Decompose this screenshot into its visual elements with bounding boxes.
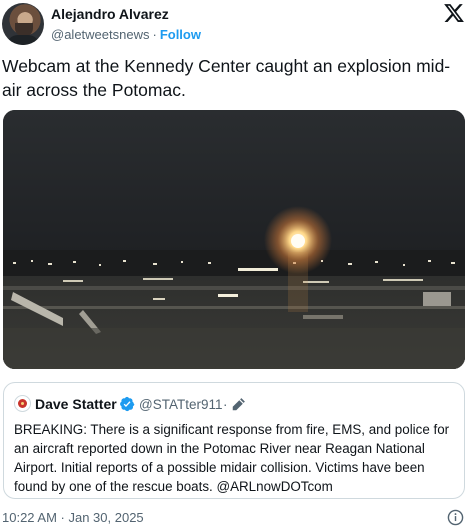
quoted-author-avatar[interactable] bbox=[14, 395, 31, 412]
info-icon[interactable] bbox=[447, 509, 464, 526]
quoted-author-handle[interactable]: @STATter911 bbox=[139, 397, 222, 412]
author-handle-row: @aletweetsnews · Follow bbox=[51, 27, 201, 42]
avatar-logo-center bbox=[21, 402, 24, 405]
author-name[interactable]: Alejandro Alvarez bbox=[51, 6, 169, 22]
tweet-media-video[interactable] bbox=[3, 110, 465, 369]
author-handle[interactable]: @aletweetsnews bbox=[51, 27, 149, 42]
avatar-shirt bbox=[6, 35, 40, 45]
pencil-edit-icon bbox=[232, 398, 245, 411]
verified-badge-icon bbox=[120, 396, 135, 412]
explosion-core bbox=[291, 234, 305, 248]
x-logo-icon[interactable] bbox=[443, 2, 465, 24]
explosion-reflection bbox=[288, 252, 308, 312]
quoted-tweet-card[interactable]: Dave Statter @STATter911 · BREAKING: The… bbox=[3, 382, 465, 499]
handle-separator: · bbox=[152, 27, 157, 42]
near-shore bbox=[3, 328, 465, 369]
webcam-night-river-image bbox=[3, 110, 465, 369]
quoted-handle-separator: · bbox=[223, 397, 228, 412]
author-avatar[interactable] bbox=[2, 3, 44, 45]
follow-button[interactable]: Follow bbox=[160, 27, 201, 42]
tweet-header: Alejandro Alvarez @aletweetsnews · Follow bbox=[0, 0, 473, 48]
far-shoreline bbox=[3, 250, 465, 276]
quoted-tweet-text: BREAKING: There is a significant respons… bbox=[14, 422, 450, 494]
tweet-text: Webcam at the Kennedy Center caught an e… bbox=[2, 56, 451, 100]
quoted-author-name[interactable]: Dave Statter bbox=[35, 396, 117, 412]
tweet-timestamp[interactable]: 10:22 AM · Jan 30, 2025 bbox=[2, 510, 144, 525]
